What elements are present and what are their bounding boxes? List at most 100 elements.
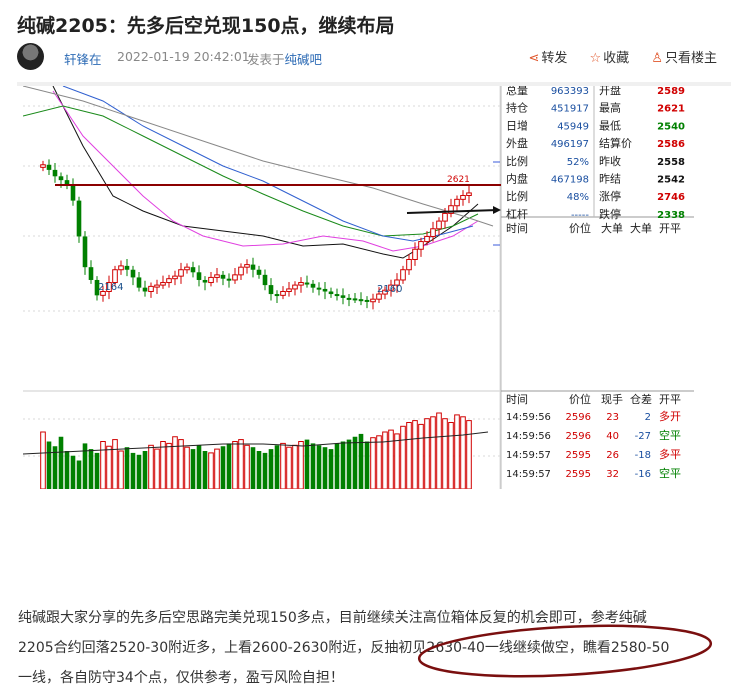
tick-oi: -27 (635, 431, 651, 442)
volume-bar (382, 431, 388, 489)
candle-body (136, 277, 142, 288)
candle-body (352, 298, 358, 301)
candle-body (178, 269, 184, 277)
volume-bar (184, 446, 190, 489)
volume-bar (310, 443, 316, 489)
candle-body (232, 274, 238, 281)
candle-body (430, 228, 436, 237)
candle-body (58, 176, 64, 181)
candle-body (184, 266, 190, 271)
volume-bar (178, 439, 184, 489)
candle-body (52, 169, 58, 177)
tick-col-type: 开平 (659, 222, 681, 235)
tick2-col-type: 开平 (659, 393, 681, 406)
candle-body (160, 282, 166, 286)
volume-bar (406, 422, 412, 489)
low-label-2: 2160 (377, 284, 402, 295)
bar-link[interactable]: 纯碱吧 (285, 52, 323, 67)
volume-bar (70, 455, 76, 489)
body-line-2: 2205合约回落2520-30附近多，上看2600-2630附近，反抽初见263… (18, 640, 670, 656)
candle-body (256, 269, 262, 275)
volume-bar (226, 443, 232, 489)
favorite-label: 收藏 (603, 51, 630, 66)
volume-bar (328, 449, 334, 489)
tick-time: 14:59:56 (506, 431, 551, 442)
volume-bar (418, 423, 424, 489)
candle-body (244, 264, 250, 268)
chart-screenshot: 2164 2160 2621 总量 963393 持仓 451917 日增 45949 外盘… (23, 86, 694, 489)
tick-time: 14:59:56 (506, 412, 551, 423)
volume-bar (118, 450, 124, 489)
quote-label: 外盘 (506, 136, 528, 150)
low-label-1: 2164 (98, 282, 123, 293)
quote-label: 昨结 (599, 173, 621, 186)
candle-body (202, 279, 208, 283)
candle-body (220, 274, 226, 279)
candle-body (166, 278, 172, 284)
candle-body (226, 278, 232, 281)
tick-oi: -18 (635, 450, 651, 461)
candle-body (262, 274, 268, 286)
volume-bar (160, 441, 166, 489)
candle-body (274, 294, 280, 297)
high-label: 2621 (447, 175, 470, 185)
volume-bar (394, 433, 400, 489)
tick-volume: 23 (606, 412, 619, 423)
quote-value: 2540 (657, 121, 685, 132)
share-button[interactable]: ⋖ 转发 (528, 51, 567, 66)
volume-bar (46, 441, 52, 489)
volume-bar (322, 447, 328, 489)
quote-value: 2589 (657, 86, 685, 97)
candle-body (214, 274, 220, 278)
volume-bar (82, 443, 88, 489)
volume-bar (88, 449, 94, 489)
only-op-button[interactable]: ♙ 只看楼主 (651, 51, 717, 66)
candle-body (400, 269, 406, 281)
tick-col-price: 价位 (569, 221, 591, 235)
candle-body (454, 198, 460, 207)
volume-bar (466, 420, 472, 489)
volume-bar (352, 436, 358, 489)
candle-body (298, 282, 304, 286)
volume-bar (232, 441, 238, 489)
volume-bar (196, 445, 202, 489)
favorite-button[interactable]: ☆ 收藏 (590, 51, 630, 66)
share-icon: ⋖ (528, 51, 540, 66)
tick2-col-oi: 仓差 (630, 392, 652, 406)
quote-value: 963393 (551, 86, 589, 97)
quote-value: 467198 (551, 175, 589, 186)
volume-bar (364, 441, 370, 489)
candle-body (406, 258, 412, 271)
candle-body (286, 288, 292, 292)
quote-label: 内盘 (506, 172, 528, 186)
volume-bar (340, 441, 346, 489)
post-body: 纯碱跟大家分享的先多后空思路完美兑现150多点，目前继续关注高位箱体反复的机会即… (18, 603, 718, 693)
author-avatar[interactable] (17, 43, 44, 70)
volume-bar (370, 437, 376, 489)
volume-bar (244, 444, 250, 489)
volume-bar (346, 439, 352, 489)
candle-body (124, 265, 130, 270)
volume-bar (376, 435, 382, 489)
candle-body (46, 164, 52, 170)
tick-oi: -16 (635, 469, 651, 480)
volume-bar (202, 451, 208, 489)
quote-label: 结算价 (599, 136, 632, 150)
candle-body (280, 290, 286, 296)
volume-bar (412, 420, 418, 489)
candle-body (88, 267, 94, 280)
candle-body (112, 269, 118, 284)
volume-bar (214, 448, 220, 489)
quote-value: 52% (567, 157, 589, 168)
candle-body (358, 299, 364, 302)
star-icon: ☆ (589, 51, 602, 66)
quote-value: 2558 (657, 157, 685, 168)
volume-bar (142, 451, 148, 489)
candle-body (460, 194, 466, 200)
candle-body (118, 265, 124, 271)
kline-chart: 2164 2160 2621 总量 963393 持仓 451917 日增 45949 外盘… (23, 86, 694, 489)
candle-body (292, 284, 298, 290)
candle-body (370, 298, 376, 303)
quote-value: 2542 (657, 175, 685, 186)
author-name[interactable]: 轩锋在 (64, 49, 102, 68)
